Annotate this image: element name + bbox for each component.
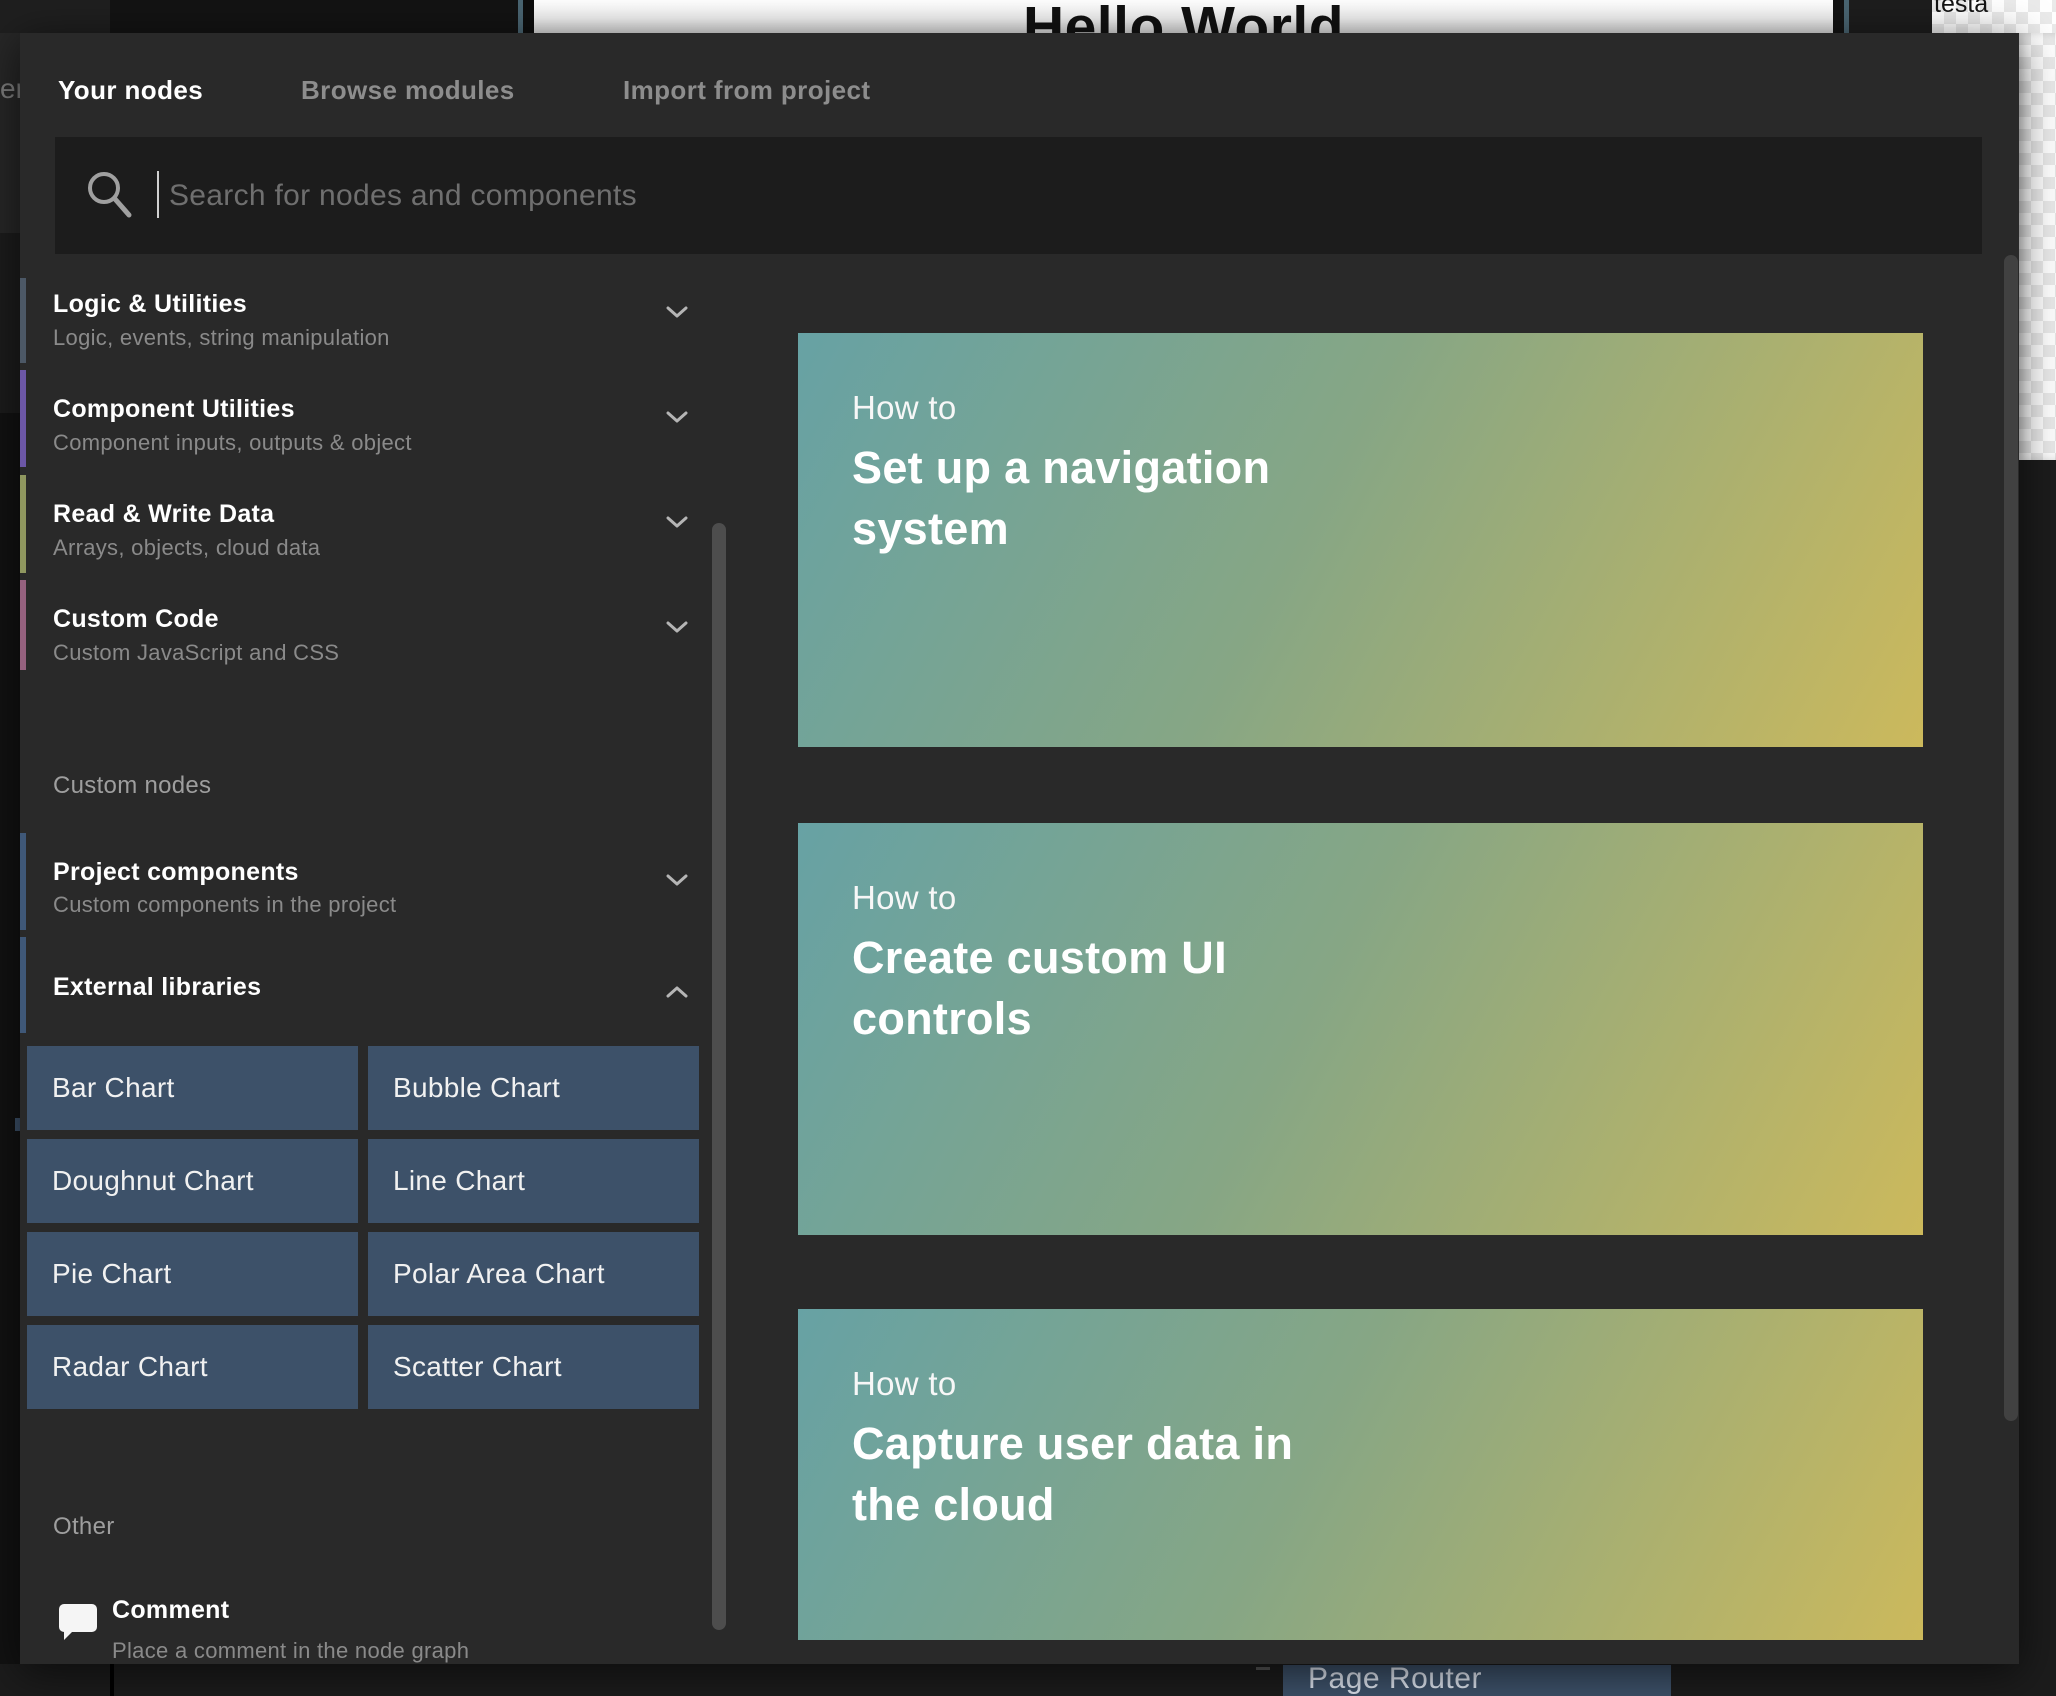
transparency-checkerboard bbox=[2019, 33, 2056, 460]
background-left-column bbox=[0, 233, 20, 413]
node-label: Bubble Chart bbox=[393, 1072, 560, 1104]
howto-card-navigation[interactable]: How to Set up a navigation system bbox=[798, 333, 1923, 747]
search-placeholder: Search for nodes and components bbox=[169, 137, 637, 254]
node-doughnut-chart[interactable]: Doughnut Chart bbox=[27, 1139, 358, 1223]
card-title: Capture user data in the cloud bbox=[852, 1413, 1293, 1535]
category-subtitle: Custom components in the project bbox=[53, 892, 396, 918]
background-gap bbox=[1849, 0, 1932, 33]
node-label: Line Chart bbox=[393, 1165, 525, 1197]
chevron-down-icon[interactable] bbox=[666, 873, 688, 887]
category-read-write-data[interactable]: Read & Write Data bbox=[53, 500, 274, 529]
category-color-bar bbox=[20, 475, 26, 573]
card-title: Set up a navigation system bbox=[852, 437, 1270, 559]
howto-card-cloud-data[interactable]: How to Capture user data in the cloud bbox=[798, 1309, 1923, 1640]
background-bottom-band bbox=[0, 1664, 2056, 1696]
tab-import-from-project[interactable]: Import from project bbox=[623, 75, 870, 106]
node-line-chart[interactable]: Line Chart bbox=[368, 1139, 699, 1223]
category-subtitle: Arrays, objects, cloud data bbox=[53, 535, 320, 561]
tab-your-nodes[interactable]: Your nodes bbox=[58, 75, 203, 106]
card-title: Create custom UI controls bbox=[852, 927, 1227, 1049]
node-radar-chart[interactable]: Radar Chart bbox=[27, 1325, 358, 1409]
search-icon bbox=[85, 169, 137, 221]
left-panel-scrollbar[interactable] bbox=[712, 523, 726, 1630]
node-label: Bar Chart bbox=[52, 1072, 175, 1104]
node-bar-chart[interactable]: Bar Chart bbox=[27, 1046, 358, 1130]
category-project-components[interactable]: Project components bbox=[53, 858, 299, 887]
node-comment[interactable]: Comment bbox=[112, 1596, 229, 1625]
page-router-node[interactable]: Page Router bbox=[1283, 1665, 1671, 1696]
node-bubble-chart[interactable]: Bubble Chart bbox=[368, 1046, 699, 1130]
node-scatter-chart[interactable]: Scatter Chart bbox=[368, 1325, 699, 1409]
background-left-column bbox=[0, 413, 20, 1664]
comment-subtitle: Place a comment in the node graph bbox=[112, 1638, 469, 1664]
canvas-heading: Hello World bbox=[534, 0, 1833, 33]
node-label: Doughnut Chart bbox=[52, 1165, 254, 1197]
background-divider-line bbox=[110, 1664, 114, 1696]
category-custom-code[interactable]: Custom Code bbox=[53, 605, 219, 634]
category-subtitle: Component inputs, outputs & object bbox=[53, 430, 412, 456]
category-color-bar bbox=[20, 580, 26, 670]
tab-browse-modules[interactable]: Browse modules bbox=[301, 75, 515, 106]
text-caret bbox=[157, 171, 159, 218]
node-label: Pie Chart bbox=[52, 1258, 171, 1290]
category-color-bar bbox=[20, 937, 26, 1033]
canvas-corner-label: testa bbox=[1934, 0, 1988, 19]
node-polar-area-chart[interactable]: Polar Area Chart bbox=[368, 1232, 699, 1316]
chevron-down-icon[interactable] bbox=[666, 410, 688, 424]
background-panel-top-mid bbox=[110, 0, 518, 33]
chevron-down-icon[interactable] bbox=[666, 620, 688, 634]
background-left-column: er bbox=[0, 33, 20, 233]
chevron-down-icon[interactable] bbox=[666, 305, 688, 319]
background-gap bbox=[1833, 0, 1844, 33]
section-other: Other bbox=[53, 1513, 115, 1541]
chevron-up-icon[interactable] bbox=[666, 985, 688, 999]
card-eyebrow: How to bbox=[852, 389, 957, 427]
chevron-down-icon[interactable] bbox=[666, 515, 688, 529]
howto-card-custom-ui[interactable]: How to Create custom UI controls bbox=[798, 823, 1923, 1235]
background-panel-top-left bbox=[0, 0, 110, 33]
page-router-label: Page Router bbox=[1308, 1665, 1482, 1696]
node-label: Radar Chart bbox=[52, 1351, 208, 1383]
category-component-utilities[interactable]: Component Utilities bbox=[53, 395, 295, 424]
node-pie-chart[interactable]: Pie Chart bbox=[27, 1232, 358, 1316]
card-eyebrow: How to bbox=[852, 879, 957, 917]
node-picker-dialog: Your nodes Browse modules Import from pr… bbox=[20, 33, 2019, 1664]
category-color-bar bbox=[20, 370, 26, 467]
canvas-corner-patch: testa bbox=[1932, 0, 2056, 33]
section-custom-nodes: Custom nodes bbox=[53, 772, 211, 800]
search-input[interactable]: Search for nodes and components bbox=[55, 137, 1982, 254]
dialog-scrollbar[interactable] bbox=[2004, 255, 2018, 1421]
category-external-libraries[interactable]: External libraries bbox=[53, 973, 261, 1002]
background-gap bbox=[523, 0, 534, 33]
app-canvas-preview: Hello World bbox=[534, 0, 1833, 33]
category-subtitle: Logic, events, string manipulation bbox=[53, 325, 390, 351]
node-connection-stub bbox=[1256, 1667, 1270, 1670]
node-label: Scatter Chart bbox=[393, 1351, 562, 1383]
node-label: Polar Area Chart bbox=[393, 1258, 605, 1290]
category-color-bar bbox=[20, 833, 26, 930]
card-eyebrow: How to bbox=[852, 1365, 957, 1403]
category-logic-utilities[interactable]: Logic & Utilities bbox=[53, 290, 247, 319]
category-color-bar bbox=[20, 278, 26, 363]
background-right-column bbox=[2019, 460, 2056, 1696]
comment-icon bbox=[58, 1603, 98, 1641]
category-subtitle: Custom JavaScript and CSS bbox=[53, 640, 339, 666]
clipped-background-text: er bbox=[0, 73, 20, 105]
